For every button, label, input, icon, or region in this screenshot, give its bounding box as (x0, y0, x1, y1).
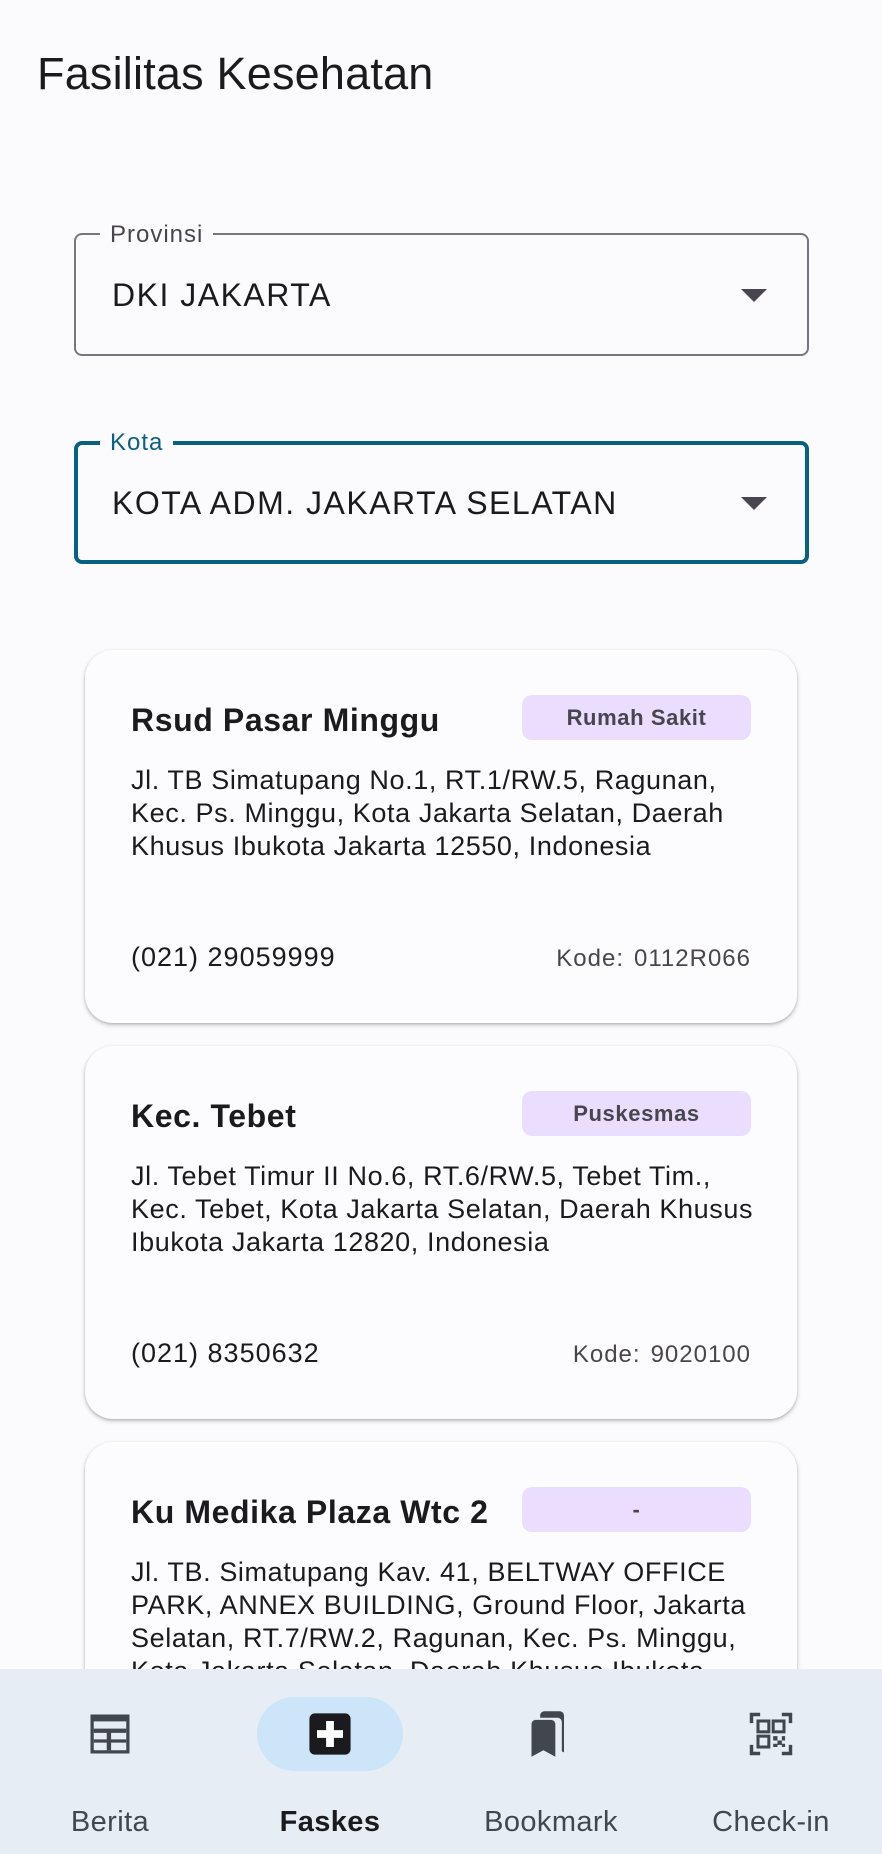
code-label: Kode: (556, 945, 625, 972)
facility-card[interactable]: Kec. Tebet Puskesmas Jl. Tebet Timur II … (85, 1046, 797, 1419)
province-label: Provinsi (100, 221, 214, 249)
nav-label: Berita (70, 1806, 150, 1838)
newspaper-icon (90, 1714, 130, 1754)
facility-card[interactable]: Rsud Pasar Minggu Rumah Sakit Jl. TB Sim… (85, 650, 797, 1023)
facility-name: Ku Medika Plaza Wtc 2 (131, 1494, 489, 1530)
facility-name: Kec. Tebet (131, 1098, 297, 1134)
code-value: 0112R066 (634, 945, 751, 972)
facility-code: Kode: 0112R066 (556, 945, 751, 973)
nav-label: Bookmark (484, 1806, 618, 1838)
code-label: Kode: (572, 1341, 641, 1368)
bookmarks-icon (531, 1711, 564, 1757)
dropdown-arrow-icon (741, 289, 767, 302)
nav-label: Check-in (712, 1806, 830, 1838)
facility-code: Kode: 9020100 (573, 1341, 751, 1369)
city-label: Kota (100, 429, 174, 457)
facility-address: Jl. TB Simatupang No.1, RT.1/RW.5, Ragun… (131, 765, 724, 861)
facility-phone[interactable]: (021) 29059999 (131, 942, 336, 973)
city-dropdown[interactable]: Kota KOTA ADM. JAKARTA SELATAN (74, 429, 809, 564)
nav-item-check-in[interactable]: Check-in (661, 1669, 881, 1854)
facility-phone[interactable]: (021) 8350632 (131, 1338, 320, 1369)
nav-label: Faskes (279, 1806, 381, 1838)
city-value: KOTA ADM. JAKARTA SELATAN (112, 485, 618, 521)
page-title: Fasilitas Kesehatan (37, 48, 434, 99)
facility-type-badge: Puskesmas (522, 1091, 751, 1136)
nav-item-faskes[interactable]: Faskes (220, 1669, 440, 1854)
province-value: DKI JAKARTA (112, 277, 332, 313)
bottom-navigation: Berita Faskes Bookmark Check-in (0, 1669, 882, 1854)
dropdown-arrow-icon (741, 497, 767, 510)
nav-item-bookmark[interactable]: Bookmark (441, 1669, 661, 1854)
nav-item-berita[interactable]: Berita (0, 1669, 220, 1854)
qr-code-icon (749, 1712, 793, 1756)
facility-type-badge: - (522, 1487, 751, 1532)
facility-address: Jl. Tebet Timur II No.6, RT.6/RW.5, Tebe… (131, 1161, 754, 1257)
province-dropdown[interactable]: Provinsi DKI JAKARTA (74, 221, 809, 356)
facility-name: Rsud Pasar Minggu (131, 702, 440, 738)
facility-type-badge: Rumah Sakit (522, 695, 751, 740)
code-value: 9020100 (650, 1341, 751, 1368)
medical-cross-icon (309, 1713, 351, 1755)
